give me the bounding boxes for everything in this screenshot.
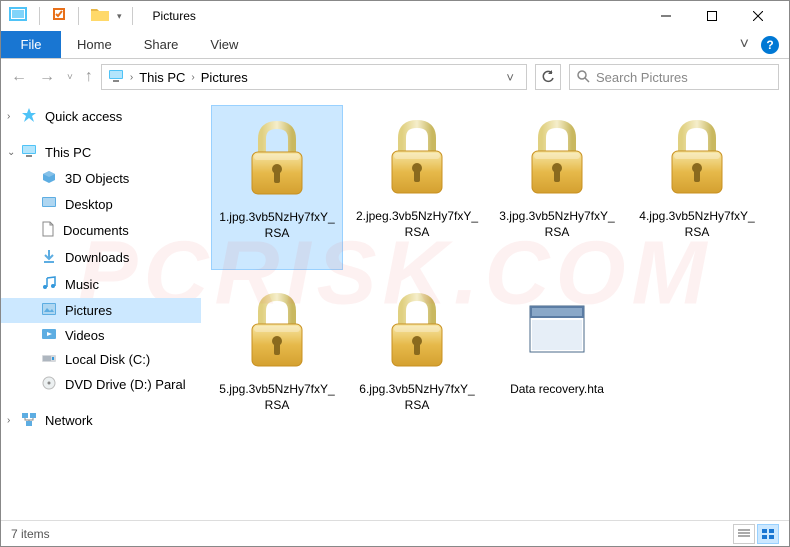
pc-icon	[21, 144, 37, 161]
lock-icon	[237, 114, 317, 204]
drive-icon	[41, 352, 57, 367]
close-button[interactable]	[735, 1, 781, 31]
minimize-button[interactable]	[643, 1, 689, 31]
breadcrumb[interactable]: › This PC › Pictures ˅	[101, 64, 527, 90]
qat-dropdown-icon[interactable]: ▾	[117, 11, 122, 22]
sidebar-item-dvddrive[interactable]: DVD Drive (D:) Paral	[1, 371, 201, 398]
chevron-right-icon[interactable]: ›	[130, 72, 133, 83]
sidebar-item-downloads[interactable]: Downloads	[1, 244, 201, 271]
recent-dropdown[interactable]: ˅	[67, 72, 73, 83]
documents-icon	[41, 221, 55, 240]
file-item[interactable]: Data recovery.hta	[491, 278, 623, 443]
sidebar-item-3dobjects[interactable]: 3D Objects	[1, 165, 201, 192]
tab-share[interactable]: Share	[128, 31, 195, 58]
file-name: 1.jpg.3vb5NzHy7fxY_RSA	[216, 210, 338, 241]
file-item[interactable]: 1.jpg.3vb5NzHy7fxY_RSA	[211, 105, 343, 270]
breadcrumb-item[interactable]: Pictures	[201, 70, 248, 85]
file-item[interactable]: 4.jpg.3vb5NzHy7fxY_RSA	[631, 105, 763, 270]
status-text: 7 items	[11, 527, 50, 541]
app-icon	[517, 286, 597, 376]
properties-qat-icon[interactable]	[52, 7, 66, 26]
chevron-down-icon: ⌄	[7, 147, 15, 158]
sidebar-item-pictures[interactable]: Pictures	[1, 298, 201, 323]
sidebar-item-videos[interactable]: Videos	[1, 323, 201, 348]
quickaccess-icon	[21, 107, 37, 126]
tab-home[interactable]: Home	[61, 31, 128, 58]
lock-icon	[517, 113, 597, 203]
search-placeholder: Search Pictures	[596, 70, 688, 85]
sidebar-item-music[interactable]: Music	[1, 271, 201, 298]
breadcrumb-item[interactable]: This PC	[139, 70, 185, 85]
downloads-icon	[41, 248, 57, 267]
chevron-right-icon: ›	[7, 415, 10, 426]
ribbon-expand-icon[interactable]: ˅	[740, 36, 749, 54]
file-name: 4.jpg.3vb5NzHy7fxY_RSA	[635, 209, 759, 240]
3dobjects-icon	[41, 169, 57, 188]
file-name: 6.jpg.3vb5NzHy7fxY_RSA	[355, 382, 479, 413]
breadcrumb-dropdown[interactable]: ˅	[500, 70, 520, 85]
view-details-button[interactable]	[733, 524, 755, 544]
file-item[interactable]: 5.jpg.3vb5NzHy7fxY_RSA	[211, 278, 343, 443]
refresh-button[interactable]	[535, 64, 561, 90]
file-tab[interactable]: File	[1, 31, 61, 58]
pc-icon	[108, 69, 124, 86]
file-name: 2.jpeg.3vb5NzHy7fxY_RSA	[355, 209, 479, 240]
file-list: 1.jpg.3vb5NzHy7fxY_RSA 2.jpeg.3vb5NzHy7f…	[201, 95, 789, 515]
ribbon: File Home Share View ˅ ?	[1, 31, 789, 59]
sidebar-item-thispc[interactable]: ⌄ This PC	[1, 140, 201, 165]
back-button[interactable]: ←	[11, 68, 27, 86]
desktop-icon	[41, 196, 57, 213]
search-icon	[576, 69, 590, 86]
network-icon	[21, 412, 37, 429]
sidebar-item-desktop[interactable]: Desktop	[1, 192, 201, 217]
maximize-button[interactable]	[689, 1, 735, 31]
sidebar-item-documents[interactable]: Documents	[1, 217, 201, 244]
window-title: Pictures	[153, 9, 196, 23]
sidebar-item-network[interactable]: › Network	[1, 408, 201, 433]
forward-button[interactable]: →	[39, 68, 55, 86]
dvd-icon	[41, 375, 57, 394]
help-icon[interactable]: ?	[761, 36, 779, 54]
titlebar: ▾ Pictures	[1, 1, 789, 31]
file-name: Data recovery.hta	[510, 382, 604, 398]
address-bar: ← → ˅ ↑ › This PC › Pictures ˅ Search Pi…	[1, 59, 789, 95]
search-input[interactable]: Search Pictures	[569, 64, 779, 90]
view-icons-button[interactable]	[757, 524, 779, 544]
pictures-qat-icon[interactable]	[9, 7, 27, 26]
chevron-right-icon: ›	[7, 111, 10, 122]
pictures-icon	[41, 302, 57, 319]
music-icon	[41, 275, 57, 294]
sidebar-item-quickaccess[interactable]: › Quick access	[1, 103, 201, 130]
chevron-right-icon[interactable]: ›	[191, 72, 194, 83]
file-name: 5.jpg.3vb5NzHy7fxY_RSA	[215, 382, 339, 413]
sidebar: › Quick access ⌄ This PC 3D Objects Desk…	[1, 95, 201, 515]
lock-icon	[237, 286, 317, 376]
up-button[interactable]: ↑	[85, 68, 93, 86]
lock-icon	[657, 113, 737, 203]
folder-qat-icon[interactable]	[91, 7, 109, 26]
file-item[interactable]: 2.jpeg.3vb5NzHy7fxY_RSA	[351, 105, 483, 270]
file-name: 3.jpg.3vb5NzHy7fxY_RSA	[495, 209, 619, 240]
statusbar: 7 items	[1, 520, 789, 546]
file-item[interactable]: 3.jpg.3vb5NzHy7fxY_RSA	[491, 105, 623, 270]
lock-icon	[377, 286, 457, 376]
file-item[interactable]: 6.jpg.3vb5NzHy7fxY_RSA	[351, 278, 483, 443]
videos-icon	[41, 327, 57, 344]
lock-icon	[377, 113, 457, 203]
tab-view[interactable]: View	[194, 31, 254, 58]
sidebar-item-localdisk[interactable]: Local Disk (C:)	[1, 348, 201, 371]
